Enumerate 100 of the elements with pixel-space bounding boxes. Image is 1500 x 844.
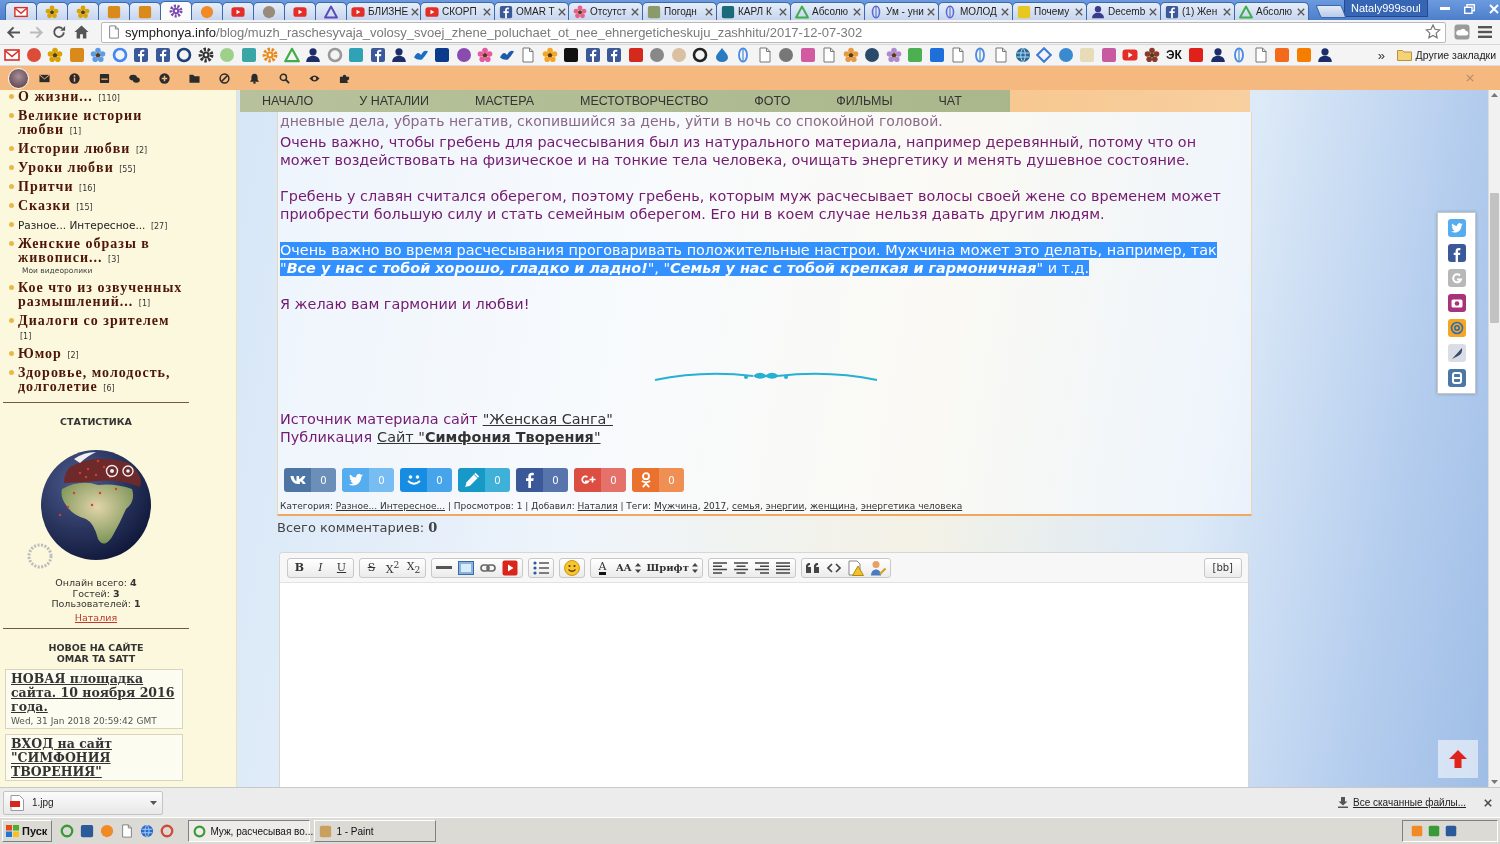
- browser-tab[interactable]: МОЛОД: [938, 2, 1013, 20]
- profile-button[interactable]: Nataly999soul: [1344, 0, 1428, 17]
- document-icon[interactable]: [120, 824, 135, 838]
- browser-tab[interactable]: КАРЛ К: [716, 2, 791, 20]
- info-icon[interactable]: [69, 72, 80, 84]
- taskbar-button[interactable]: 1 - Paint: [314, 820, 437, 842]
- f-logo-icon[interactable]: [369, 47, 386, 63]
- nav-link[interactable]: ФИЛЬМЫ: [836, 94, 893, 108]
- font-button[interactable]: Шрифт: [643, 558, 701, 577]
- globe-icon[interactable]: [1014, 47, 1031, 63]
- close-icon[interactable]: [483, 7, 491, 16]
- sub-button[interactable]: X$_{2}$: [403, 558, 424, 577]
- bookmark-link[interactable]: ЭК: [1165, 48, 1183, 62]
- close-icon[interactable]: [779, 7, 787, 16]
- square-icon[interactable]: [563, 47, 579, 63]
- circle-icon[interactable]: [864, 47, 880, 63]
- cloud-icon[interactable]: [1454, 24, 1470, 40]
- scrollbar-thumb[interactable]: [1490, 193, 1499, 323]
- meta-link[interactable]: 2017: [703, 501, 727, 511]
- browser-tab[interactable]: [222, 2, 254, 20]
- close-icon[interactable]: [1297, 7, 1305, 16]
- browser-tab[interactable]: Отсутст: [568, 2, 643, 20]
- more-bookmarks-button[interactable]: »: [1373, 47, 1390, 63]
- nav-link[interactable]: МАСТЕРА: [475, 94, 534, 108]
- scroll-top-button[interactable]: [1438, 740, 1478, 778]
- chat-icon[interactable]: [129, 72, 140, 84]
- ring-icon[interactable]: [692, 47, 708, 63]
- prohibition-icon[interactable]: [219, 72, 230, 84]
- document-icon[interactable]: [1252, 47, 1269, 63]
- close-icon[interactable]: [1149, 7, 1157, 16]
- nav-link[interactable]: ЧАТ: [938, 94, 962, 108]
- user-link[interactable]: Наталия: [74, 612, 118, 623]
- share-button[interactable]: 0: [516, 468, 568, 492]
- browser-tab[interactable]: [98, 2, 130, 20]
- browser-tab[interactable]: Погодн: [642, 2, 717, 20]
- bird-tile-icon[interactable]: [1447, 219, 1466, 237]
- browser-tab[interactable]: [315, 2, 347, 20]
- globe-icon[interactable]: [140, 824, 155, 838]
- close-icon[interactable]: [557, 7, 566, 16]
- avatar[interactable]: [8, 67, 29, 89]
- close-icon[interactable]: [411, 7, 420, 16]
- menu-icon[interactable]: [1478, 26, 1492, 38]
- close-icon[interactable]: [631, 7, 639, 16]
- meta-link[interactable]: энергетика человека: [861, 501, 963, 511]
- up-caret-icon[interactable]: [1491, 93, 1498, 97]
- all-downloads-link[interactable]: Все скачанные файлы...: [1337, 797, 1466, 808]
- browser-tab[interactable]: [5, 2, 37, 20]
- close-icon[interactable]: [1001, 7, 1009, 16]
- f-logo-icon[interactable]: [154, 47, 171, 63]
- flower-icon[interactable]: [477, 47, 493, 63]
- start-button[interactable]: Пуск: [2, 820, 53, 842]
- circle-icon[interactable]: [778, 47, 794, 63]
- puzzle-icon[interactable]: [339, 72, 350, 84]
- drop-icon[interactable]: [713, 47, 730, 63]
- category-link[interactable]: Притчи [16]: [18, 180, 185, 194]
- triangle-icon[interactable]: [283, 47, 300, 63]
- taskbar-button[interactable]: Муж, расчесывая во...: [188, 820, 311, 842]
- person-icon[interactable]: [305, 47, 321, 63]
- bbcode-button[interactable]: [bb]: [1203, 557, 1242, 578]
- sup-button[interactable]: X$^{2}$: [382, 558, 403, 577]
- source-link[interactable]: Сайт "Симфония Творения": [377, 428, 601, 446]
- nav-link[interactable]: НАЧАЛО: [262, 94, 314, 108]
- nav-link[interactable]: ФОТО: [754, 94, 791, 108]
- browser-tab[interactable]: [67, 2, 99, 20]
- document-icon[interactable]: [950, 47, 966, 63]
- close-icon[interactable]: [853, 7, 861, 16]
- browser-tab[interactable]: [253, 2, 285, 20]
- gear-icon[interactable]: [197, 47, 214, 63]
- person-icon[interactable]: [1209, 47, 1226, 63]
- ellipse-icon[interactable]: [735, 47, 751, 63]
- news-link[interactable]: ВХОД на сайт "СИМФОНИЯ ТВОРЕНИЯ": [11, 737, 178, 779]
- bold-button[interactable]: B: [289, 558, 310, 577]
- browser-tab[interactable]: БЛИЗНЕ: [346, 2, 421, 20]
- card-icon[interactable]: [99, 72, 110, 84]
- flower-icon[interactable]: [842, 47, 859, 63]
- feather-tile-icon[interactable]: [1447, 344, 1466, 362]
- bell-icon[interactable]: [249, 72, 260, 84]
- flower-icon[interactable]: [90, 47, 106, 63]
- category-link[interactable]: Здоровье, молодость, долголетие [6]: [18, 366, 185, 394]
- circle-icon[interactable]: [25, 47, 42, 63]
- diamond-icon[interactable]: [1036, 47, 1052, 63]
- f-tile-icon[interactable]: [1447, 244, 1466, 262]
- target-tile-icon[interactable]: [1447, 319, 1466, 337]
- flower-icon[interactable]: [47, 47, 63, 63]
- meta-link[interactable]: Наталия: [577, 501, 618, 511]
- download-item[interactable]: 1.jpg: [3, 790, 163, 815]
- meta-link[interactable]: семья: [732, 501, 760, 511]
- video-button[interactable]: [499, 558, 521, 577]
- f-logo-icon[interactable]: [606, 47, 622, 63]
- close-icon[interactable]: [1075, 7, 1083, 16]
- source-link[interactable]: "Женская Санга": [482, 410, 613, 428]
- browser-tab[interactable]: Ум - уни: [864, 2, 939, 20]
- category-link[interactable]: Истории любви [2]: [18, 142, 185, 156]
- back-icon[interactable]: [6, 25, 21, 39]
- browser-tab[interactable]: OMAR T: [494, 2, 569, 20]
- nav-link[interactable]: У НАТАЛИИ: [359, 94, 430, 108]
- browser-tab[interactable]: [36, 2, 68, 20]
- address-field[interactable]: symphonya.info/blog/muzh_raschesyvaja_volosy_svoej_zhene_poluchaet_ot_nee_ehnergeticheskuju_zashhitu/2017-12-07-302: [101, 21, 1446, 43]
- color-button[interactable]: A: [592, 558, 613, 577]
- browser-tab[interactable]: [284, 2, 316, 20]
